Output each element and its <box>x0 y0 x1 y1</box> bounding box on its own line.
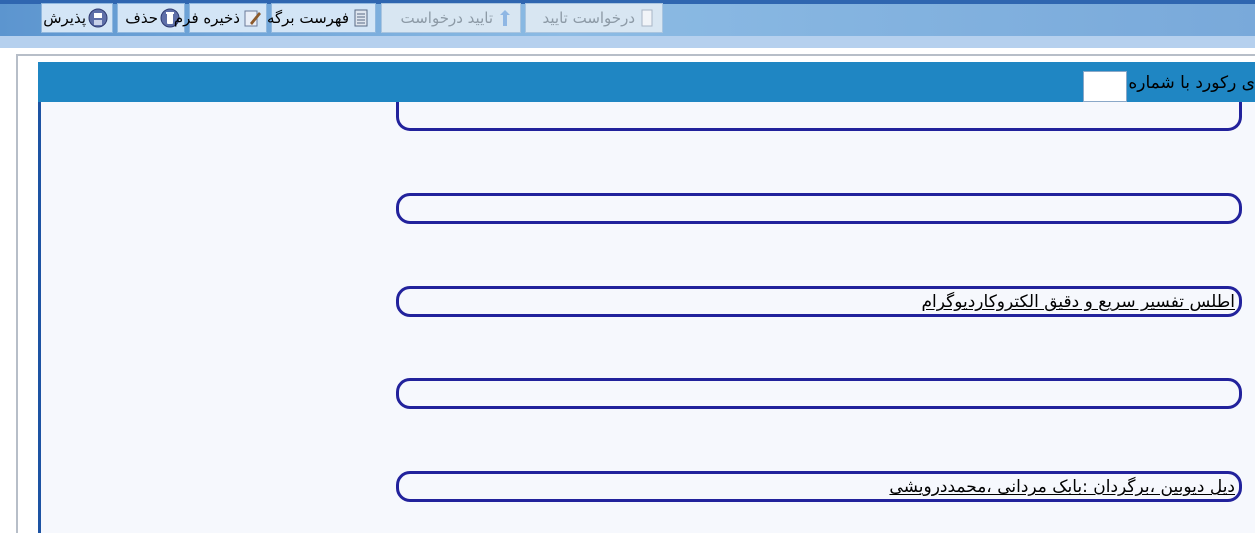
accept-button[interactable]: پذیرش <box>41 3 113 33</box>
record-number-label: ی رکورد با شماره <box>1129 73 1255 93</box>
edit-icon <box>242 7 262 29</box>
form-field-1[interactable] <box>396 102 1242 131</box>
document-icon <box>637 7 657 29</box>
request-approval-button[interactable]: درخواست تایید <box>525 3 663 33</box>
header-highlight <box>0 36 1255 48</box>
list-icon <box>351 7 371 29</box>
form-field-2[interactable] <box>396 193 1242 224</box>
form-field-4[interactable] <box>396 378 1242 409</box>
record-number-input[interactable] <box>1083 71 1127 102</box>
form-toolbar <box>38 62 1255 102</box>
form-field-title-value: اطلس تفسیر سریع و دقیق الکتروکاردیوگرام <box>921 292 1236 312</box>
form-field-title[interactable]: اطلس تفسیر سریع و دقیق الکتروکاردیوگرام <box>396 286 1242 317</box>
approve-icon <box>495 7 515 29</box>
save-form-button[interactable]: ذخیره فرم <box>174 3 267 33</box>
frame-left-border <box>16 54 18 533</box>
delete-button-label: حذف <box>125 9 158 27</box>
approve-request-button-label: تایید درخواست <box>400 9 494 27</box>
save-icon <box>88 7 108 29</box>
accept-button-label: پذیرش <box>43 9 86 27</box>
save-form-button-label: ذخیره فرم <box>173 9 240 27</box>
request-approval-button-label: درخواست تایید <box>542 9 636 27</box>
form-field-authors[interactable]: دیل دیوبین ،برگردان :بابک مردانی ،محمددر… <box>396 471 1242 502</box>
frame-top-border <box>16 54 1255 56</box>
sheet-list-button[interactable]: فهرست برگه <box>267 3 376 33</box>
form-field-authors-value: دیل دیوبین ،برگردان :بابک مردانی ،محمددر… <box>889 477 1235 497</box>
sheet-list-button-label: فهرست برگه <box>266 9 349 27</box>
approve-request-button[interactable]: تایید درخواست <box>381 3 521 33</box>
